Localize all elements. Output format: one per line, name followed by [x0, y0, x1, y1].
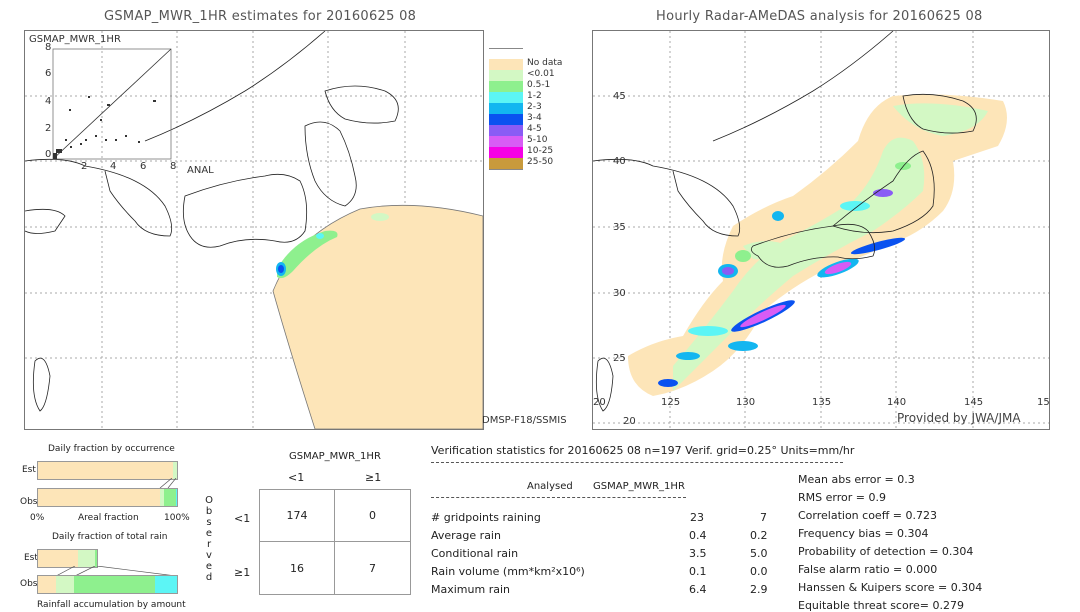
lon-label: 15	[1037, 397, 1050, 408]
stat-label: Conditional rain	[431, 547, 519, 560]
header-divider	[431, 462, 843, 463]
scatter-y-tick: 4	[45, 96, 52, 107]
lat-label: 35	[613, 222, 626, 233]
gsmap-estimate-map: GSMAP_MWR_1HR 8 6 4 2 0 2 4 6 8 ANAL	[24, 30, 484, 430]
contingency-cell-miss: 16	[290, 561, 304, 575]
scatter-y-tick: 6	[45, 68, 52, 79]
total-rain-title: Daily fraction of total rain	[52, 532, 168, 542]
lat-label: 30	[613, 288, 626, 299]
scatter-y-tick: 8	[45, 42, 52, 53]
scatter-x-tick: 8	[170, 161, 177, 172]
total-est-label: Est	[24, 553, 38, 563]
legend-label: 0.5-1	[527, 80, 551, 90]
lon-label: 135	[812, 397, 832, 408]
axis-center: Areal fraction	[78, 513, 139, 523]
stat-analysed: 6.4	[689, 583, 707, 596]
radar-amedas-map: 45 40 35 30 25 20 125 130 135 140 145 15…	[592, 30, 1050, 430]
data-credit: Provided by JWA/JMA	[897, 411, 1021, 425]
contingency-cell-hit: 7	[369, 561, 376, 575]
stat-label: # gridpoints raining	[431, 511, 541, 524]
contingency-model-label: GSMAP_MWR_1HR	[289, 451, 381, 462]
contingency-col-header: <1	[288, 471, 305, 484]
occurrence-connector	[159, 478, 177, 488]
stat-label: Average rain	[431, 529, 501, 542]
scatter-y-tick: 0	[45, 149, 52, 160]
axis-right: 100%	[164, 513, 190, 523]
stat-analysed: 0.1	[689, 565, 707, 578]
axis-left: 0%	[30, 513, 45, 523]
lat-label: 45	[613, 91, 626, 102]
stat-model: 5.0	[750, 547, 768, 560]
contingency-row-header: ≥1	[234, 566, 251, 579]
stat-model: 7	[760, 511, 767, 524]
legend-label: 10-25	[527, 146, 554, 156]
contingency-cell-hit-neg: 174	[286, 509, 308, 522]
legend-label: <0.01	[527, 69, 555, 79]
score-rms-error: RMS error = 0.9	[798, 491, 886, 504]
observed-axis-label: Observed	[205, 495, 213, 583]
occurrence-obs-label: Obs	[20, 497, 38, 507]
legend-label: 5-10	[527, 135, 548, 145]
lon-label: 145	[964, 397, 984, 408]
score-pod: Probability of detection = 0.304	[798, 545, 974, 558]
legend-label: 25-50	[527, 157, 554, 167]
legend-label: 4-5	[527, 124, 542, 134]
lon-label: 140	[887, 397, 907, 408]
contingency-cell-false-alarm: 0	[369, 509, 376, 522]
scatter-x-tick: 2	[81, 161, 88, 172]
contingency-col-header: ≥1	[365, 471, 382, 484]
left-map-title: GSMAP_MWR_1HR estimates for 20160625 08	[104, 9, 417, 24]
lon-label: 125	[661, 397, 681, 408]
sensor-label: DMSP-F18/SSMIS	[482, 415, 567, 426]
scatter-y-tick: 2	[45, 123, 52, 134]
right-map-canvas	[593, 31, 1049, 429]
score-frequency-bias: Frequency bias = 0.304	[798, 527, 929, 540]
legend-label: 1-2	[527, 91, 542, 101]
total-obs-label: Obs	[20, 579, 38, 589]
occurrence-est-label: Est	[22, 465, 36, 475]
scatter-y-label: GSMAP_MWR_1HR	[29, 34, 121, 45]
col-analysed: Analysed	[527, 481, 573, 492]
score-mean-abs-error: Mean abs error = 0.3	[798, 473, 915, 486]
scatter-x-tick: 6	[140, 161, 147, 172]
rain-rate-legend: No data <0.01 0.5-1 1-2 2-3 3-4 4-5 5-10…	[489, 48, 569, 228]
score-hk: Hanssen & Kuipers score = 0.304	[798, 581, 983, 594]
left-map-canvas	[25, 31, 483, 429]
right-map-title: Hourly Radar-AMeDAS analysis for 2016062…	[656, 9, 983, 24]
contingency-table: 174 0 16 7	[259, 489, 411, 595]
scatter-x-label: ANAL	[187, 165, 214, 176]
col-model: GSMAP_MWR_1HR	[593, 481, 685, 492]
stat-analysed: 23	[690, 511, 704, 524]
legend-label: 3-4	[527, 113, 542, 123]
stat-model: 0.0	[750, 565, 768, 578]
legend-swatch	[489, 158, 523, 170]
lat-label: 20	[593, 397, 606, 408]
stat-analysed: 0.4	[689, 529, 707, 542]
verification-header: Verification statistics for 20160625 08 …	[431, 444, 855, 457]
occurrence-title: Daily fraction by occurrence	[48, 444, 175, 454]
legend-label: 2-3	[527, 102, 542, 112]
score-ets: Equitable threat score= 0.279	[798, 599, 964, 612]
scatter-diagonal	[52, 48, 172, 160]
lat-label: 40	[613, 156, 626, 167]
occurrence-obs-bar	[37, 488, 178, 507]
lon-label: 130	[736, 397, 756, 408]
accumulation-label: Rainfall accumulation by amount	[37, 600, 186, 610]
contingency-row-header: <1	[234, 512, 251, 525]
legend-label: No data	[527, 58, 563, 68]
stat-label: Rain volume (mm*km²x10⁶)	[431, 565, 585, 578]
satellite-swath	[272, 204, 483, 429]
score-far: False alarm ratio = 0.000	[798, 563, 938, 576]
stat-label: Maximum rain	[431, 583, 510, 596]
lat-label: 25	[613, 353, 626, 364]
stat-model: 2.9	[750, 583, 768, 596]
total-rain-obs-bar	[37, 575, 178, 594]
stat-analysed: 3.5	[689, 547, 707, 560]
scatter-points	[53, 96, 156, 159]
scatter-x-tick: 4	[110, 161, 117, 172]
column-divider	[431, 497, 686, 498]
corner-lon-label: 20	[623, 416, 636, 427]
stat-model: 0.2	[750, 529, 768, 542]
score-correlation: Correlation coeff = 0.723	[798, 509, 937, 522]
